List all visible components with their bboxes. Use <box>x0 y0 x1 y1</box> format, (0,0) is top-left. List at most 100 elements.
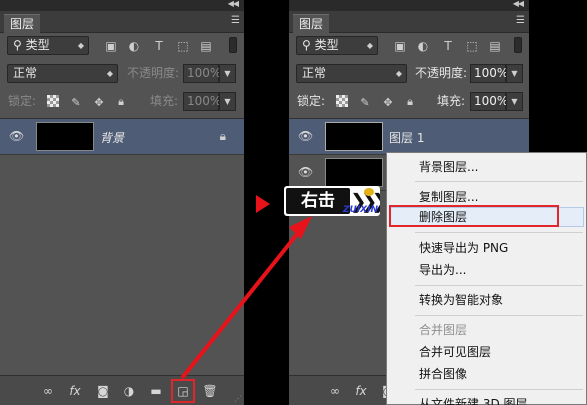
chevron-down-icon: ◆ <box>77 41 84 50</box>
type-filter-icon[interactable]: T <box>441 39 455 53</box>
filter-kind-select[interactable]: ⚲ 类型 ◆ <box>296 36 378 55</box>
lock-paint-icon[interactable]: ✎ <box>358 95 372 109</box>
blend-row: 正常 ◆ 不透明度: 100% ▼ <box>289 61 529 85</box>
shape-filter-icon[interactable]: ⬚ <box>176 39 190 53</box>
folder-icon[interactable]: ▬ <box>148 383 164 399</box>
search-icon: ⚲ <box>13 38 26 52</box>
trash-icon[interactable]: 🗑︎ <box>202 383 218 399</box>
panel-tab-bar: 图层 ☰ <box>289 11 529 33</box>
layer-name[interactable]: 图层 1 <box>389 129 424 146</box>
layer-name[interactable]: 背景 <box>100 129 124 146</box>
opacity-value: 100% <box>474 66 509 80</box>
lock-paint-icon[interactable]: ✎ <box>69 95 83 109</box>
lock-pixels-icon[interactable] <box>336 95 348 107</box>
fx-icon[interactable]: fx <box>67 383 83 399</box>
image-filter-icon[interactable]: ▣ <box>393 39 407 53</box>
panel-title-strip: ◀◀ <box>0 0 244 11</box>
smart-object-filter-icon[interactable]: ▤ <box>199 39 213 53</box>
layer-thumbnail <box>36 122 94 151</box>
opacity-value: 100% <box>187 66 222 80</box>
opacity-input[interactable]: 100% ▼ <box>470 64 523 83</box>
tab-layers[interactable]: 图层 <box>4 14 41 33</box>
collapse-icon[interactable]: ◀◀ <box>228 0 239 8</box>
lock-row: 锁定: ✎ ✥ 🔒︎ 填充: 100% ▼ <box>0 90 244 114</box>
filter-row: ⚲ 类型 ◆ ▣ ◐ T ⬚ ▤ <box>289 33 529 57</box>
lock-label: 锁定: <box>8 94 37 108</box>
fill-input[interactable]: 100% ▼ <box>470 92 523 111</box>
menu-item-merge-visible[interactable]: 合并可见图层 <box>387 341 586 363</box>
layer-row-background[interactable]: 👁︎ 背景 🔒︎ <box>0 119 244 155</box>
menu-item-flatten-image[interactable]: 拼合图像 <box>387 363 586 385</box>
opacity-label: 不透明度: <box>127 66 180 80</box>
lock-all-icon[interactable]: 🔒︎ <box>403 95 417 109</box>
lock-move-icon[interactable]: ✥ <box>92 95 106 109</box>
menu-divider <box>415 315 583 316</box>
layer-row-layer-1[interactable]: 👁︎ 图层 1 <box>289 119 529 155</box>
blend-mode-select[interactable]: 正常 ◆ <box>296 64 407 83</box>
lock-move-icon[interactable]: ✥ <box>381 95 395 109</box>
panel-title-strip: ◀◀ <box>289 0 529 11</box>
filter-kind-label: 类型 <box>314 38 339 52</box>
panel-bottom-bar: ∞ fx ◙ ◑ ▬ ◲ 🗑︎ ⋰ <box>0 375 244 405</box>
mask-icon[interactable]: ◙ <box>95 383 111 399</box>
search-icon: ⚲ <box>302 38 315 52</box>
menu-item-export-as[interactable]: 导出为... <box>387 259 586 281</box>
menu-item-background-layer[interactable]: 背景图层... <box>387 156 586 178</box>
blend-mode-label: 正常 <box>13 66 38 80</box>
opacity-input[interactable]: 100% ▼ <box>183 64 236 83</box>
resize-grip[interactable]: ⋰ <box>234 394 242 403</box>
fill-value: 100% <box>474 94 509 108</box>
panel-menu-icon[interactable]: ☰ <box>516 15 525 26</box>
filter-kind-select[interactable]: ⚲ 类型 ◆ <box>7 36 89 55</box>
layers-panel-left: ◀◀ 图层 ☰ ⚲ 类型 ◆ ▣ ◐ T ⬚ ▤ 正常 ◆ 不透明度: 100%… <box>0 0 244 405</box>
chevron-down-icon[interactable]: ▼ <box>219 64 236 83</box>
image-filter-icon[interactable]: ▣ <box>104 39 118 53</box>
smart-object-filter-icon[interactable]: ▤ <box>488 39 502 53</box>
menu-item-quick-export-png[interactable]: 快速导出为 PNG <box>387 237 586 259</box>
chevron-down-icon[interactable]: ▼ <box>506 92 523 111</box>
eye-icon[interactable]: 👁︎ <box>9 130 25 142</box>
new-layer-icon[interactable]: ◲ <box>171 379 195 403</box>
filter-toggle[interactable] <box>514 37 522 53</box>
blend-row: 正常 ◆ 不透明度: 100% ▼ <box>0 61 244 85</box>
link-icon[interactable]: ∞ <box>327 383 343 399</box>
chevron-down-icon[interactable]: ▼ <box>506 64 523 83</box>
context-menu: 背景图层... 复制图层... 删除图层 快速导出为 PNG 导出为... 转换… <box>386 152 587 405</box>
blend-mode-label: 正常 <box>302 66 327 80</box>
layer-thumbnail <box>325 122 383 151</box>
type-filter-icon[interactable]: T <box>152 39 166 53</box>
adjustment-filter-icon[interactable]: ◐ <box>416 39 430 53</box>
layer-thumbnail <box>325 158 383 187</box>
chevron-down-icon[interactable]: ▼ <box>219 92 236 111</box>
lock-row: 锁定: ✎ ✥ 🔒︎ 填充: 100% ▼ <box>289 90 529 114</box>
lock-label: 锁定: <box>297 94 326 108</box>
watermark: ZUIXIN <box>342 205 378 215</box>
menu-divider <box>415 285 583 286</box>
filter-kind-label: 类型 <box>25 38 50 52</box>
eye-icon[interactable]: 👁︎ <box>298 130 314 142</box>
tab-layers[interactable]: 图层 <box>293 14 330 33</box>
lock-all-icon[interactable]: 🔒︎ <box>114 95 128 109</box>
adjustment-icon[interactable]: ◑ <box>121 383 137 399</box>
adjustment-filter-icon[interactable]: ◐ <box>127 39 141 53</box>
eye-icon[interactable]: 👁︎ <box>298 166 314 178</box>
right-click-callout: 右击 ❯❯❯ ZUIXIN <box>284 186 380 216</box>
menu-item-new-3d-layer[interactable]: 从文件新建 3D 图层 <box>387 393 586 405</box>
lock-icon[interactable]: 🔒︎ <box>220 129 226 144</box>
layer-list: 👁︎ 背景 🔒︎ <box>0 118 244 375</box>
blend-mode-select[interactable]: 正常 ◆ <box>7 64 118 83</box>
collapse-icon[interactable]: ◀◀ <box>513 0 524 8</box>
fill-input[interactable]: 100% ▼ <box>183 92 236 111</box>
filter-row: ⚲ 类型 ◆ ▣ ◐ T ⬚ ▤ <box>0 33 244 57</box>
lock-pixels-icon[interactable] <box>47 95 59 107</box>
filter-toggle[interactable] <box>229 37 237 53</box>
fx-icon[interactable]: fx <box>353 383 369 399</box>
menu-divider <box>415 232 583 233</box>
panel-menu-icon[interactable]: ☰ <box>231 15 240 26</box>
shape-filter-icon[interactable]: ⬚ <box>465 39 479 53</box>
menu-item-convert-smart-object[interactable]: 转换为智能对象 <box>387 289 586 311</box>
link-icon[interactable]: ∞ <box>40 383 56 399</box>
highlight-box <box>389 205 559 227</box>
chevron-down-icon: ◆ <box>106 69 113 78</box>
menu-divider <box>415 181 583 182</box>
